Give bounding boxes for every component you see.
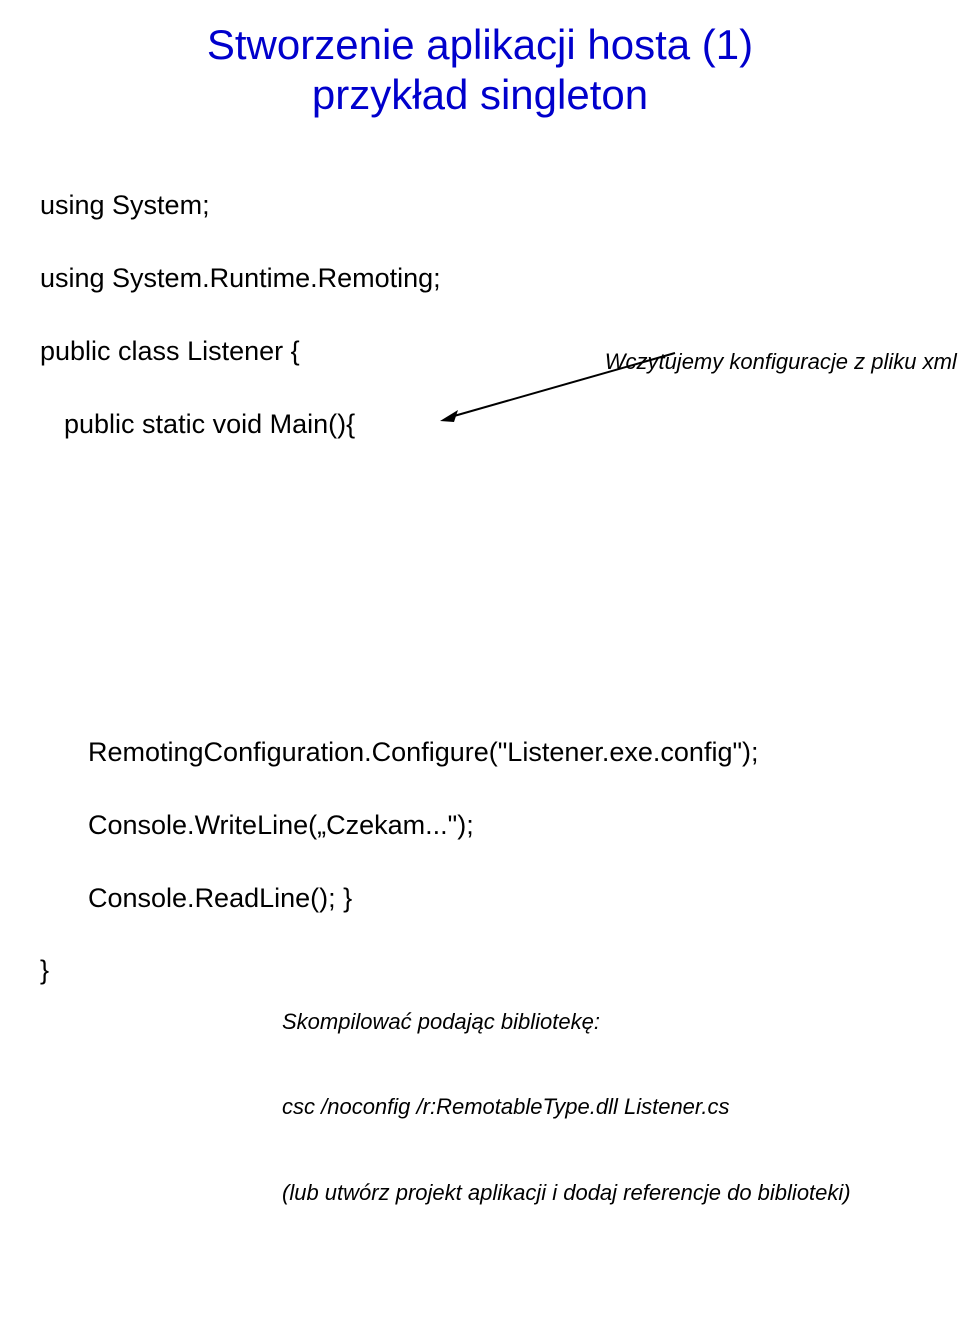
slide-container: Stworzenie aplikacji hosta (1) przykład … xyxy=(0,0,960,681)
inline-comment: Wczytujemy konfiguracje z pliku xml xyxy=(568,318,957,407)
title-line-1: Stworzenie aplikacji hosta (1) xyxy=(207,21,753,68)
comment-line-3: (lub utwórz projekt aplikacji i dodaj re… xyxy=(282,1179,851,1208)
code-line-2: using System.Runtime.Remoting; xyxy=(40,260,920,296)
closing-brace: } xyxy=(40,952,52,988)
code-line-7: Console.ReadLine(); } xyxy=(88,880,920,916)
code-line-6: Console.WriteLine(„Czekam..."); xyxy=(88,807,920,843)
comment-line-1: Skompilować podając bibliotekę: xyxy=(282,1008,851,1037)
code-line-1: using System; xyxy=(40,187,920,223)
inline-comment-text: Wczytujemy konfiguracje z pliku xml xyxy=(605,349,957,374)
code-block: using System; using System.Runtime.Remot… xyxy=(40,151,920,1338)
code-line-5: RemotingConfiguration.Configure("Listene… xyxy=(88,734,920,770)
slide-title: Stworzenie aplikacji hosta (1) przykład … xyxy=(40,20,920,121)
title-line-2: przykład singleton xyxy=(312,71,648,118)
comment-line-2: csc /noconfig /r:RemotableType.dll Liste… xyxy=(282,1093,851,1122)
code-line-4: public static void Main(){ xyxy=(64,406,920,442)
blank-line xyxy=(40,661,920,697)
compile-comments: Skompilować podając bibliotekę: csc /noc… xyxy=(282,950,851,1265)
